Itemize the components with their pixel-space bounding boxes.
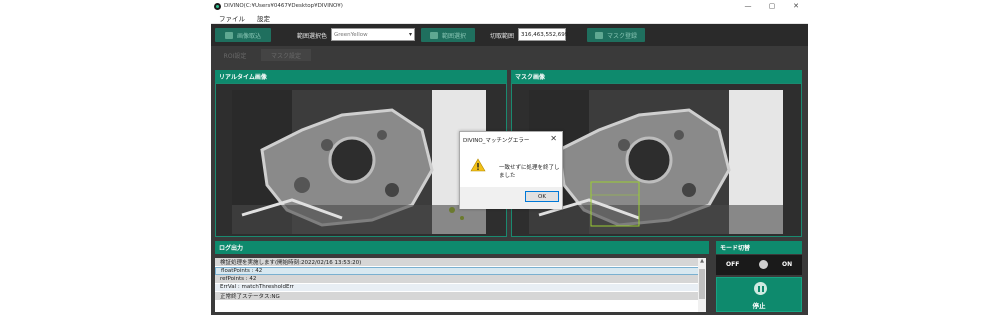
dialog-close-icon[interactable]: ✕ — [550, 134, 557, 143]
toolbar: 画像取込 範囲選択色 GreenYellow ▾ 範囲選択 切取範囲 316,4… — [211, 24, 808, 46]
engine-part-photo — [232, 90, 486, 234]
masked-part-photo — [529, 90, 783, 234]
warning-icon — [470, 158, 486, 172]
chevron-down-icon: ▾ — [408, 31, 412, 38]
stop-button[interactable]: 停止 — [716, 277, 802, 312]
mode-off-label: OFF — [726, 261, 740, 268]
tab-roi-settings[interactable]: ROI設定 — [215, 49, 255, 61]
mask-panel-header: マスク画像 — [511, 70, 802, 83]
log-list[interactable]: 検証処理を実施します(開始時刻:2022/02/16 13:53:20) flo… — [215, 258, 706, 312]
range-color-label: 範囲選択色 — [297, 33, 328, 40]
capture-image-button[interactable]: 画像取込 — [215, 28, 271, 42]
tab-mask-settings[interactable]: マスク設定 — [261, 49, 311, 61]
mode-panel-header: モード切替 — [716, 241, 802, 254]
log-row[interactable]: 正常終了ステータス:NG — [215, 292, 706, 301]
ok-button[interactable]: OK — [525, 191, 559, 202]
dialog-title: DIVINO_マッチングエラー — [463, 138, 530, 144]
mask-camera-image — [529, 90, 783, 234]
menu-settings[interactable]: 設定 — [257, 13, 270, 23]
range-select-button[interactable]: 範囲選択 — [421, 28, 475, 42]
close-window-button[interactable]: ✕ — [784, 0, 808, 12]
menu-bar: ファイル 設定 — [211, 12, 808, 24]
menu-file[interactable]: ファイル — [219, 13, 245, 23]
select-range-icon — [429, 31, 438, 39]
maximize-button[interactable]: ▢ — [760, 0, 784, 12]
log-row[interactable]: floatPoints : 42 — [215, 266, 706, 275]
log-panel-header: ログ出力 — [215, 241, 709, 254]
cut-range-label: 切取範囲 — [490, 33, 515, 40]
log-row[interactable]: ErrVal : matchThresholdErr — [215, 283, 706, 292]
scroll-thumb[interactable] — [699, 269, 705, 299]
dialog-message: 一致せずに処理を終了しました — [499, 165, 560, 179]
realtime-camera-image — [232, 90, 486, 234]
mask-register-button[interactable]: マスク登録 — [587, 28, 645, 42]
scroll-up-icon[interactable]: ▲ — [698, 258, 706, 266]
toggle-knob[interactable] — [759, 260, 768, 269]
mode-on-label: ON — [782, 261, 793, 268]
pause-icon — [754, 282, 767, 295]
mask-pen-icon — [594, 31, 603, 39]
mode-toggle[interactable]: OFF ON — [716, 255, 802, 275]
app-logo-icon — [214, 2, 221, 10]
cut-range-field[interactable]: 316,463,552,699 — [518, 28, 568, 41]
minimize-button[interactable]: — — [736, 0, 760, 12]
realtime-panel-header: リアルタイム画像 — [215, 70, 507, 83]
title-bar: DIVINO(C:¥Users¥0467¥Desktop¥DIVINO¥) — … — [211, 0, 808, 12]
stop-label: 停止 — [752, 302, 766, 310]
log-scrollbar[interactable]: ▲ — [698, 258, 706, 312]
camera-icon — [224, 31, 233, 39]
tab-row: ROI設定 マスク設定 — [211, 46, 808, 64]
window-controls: — ▢ ✕ — [736, 0, 808, 12]
range-color-select[interactable]: GreenYellow ▾ — [331, 28, 415, 41]
window-title: DIVINO(C:¥Users¥0467¥Desktop¥DIVINO¥) — [224, 3, 343, 9]
matching-error-dialog: DIVINO_マッチングエラー ✕ 一致せずに処理を終了しました OK — [459, 131, 563, 209]
log-row[interactable]: refPoints : 42 — [215, 275, 706, 284]
log-row[interactable]: 検証処理を実施します(開始時刻:2022/02/16 13:53:20) — [215, 258, 706, 267]
